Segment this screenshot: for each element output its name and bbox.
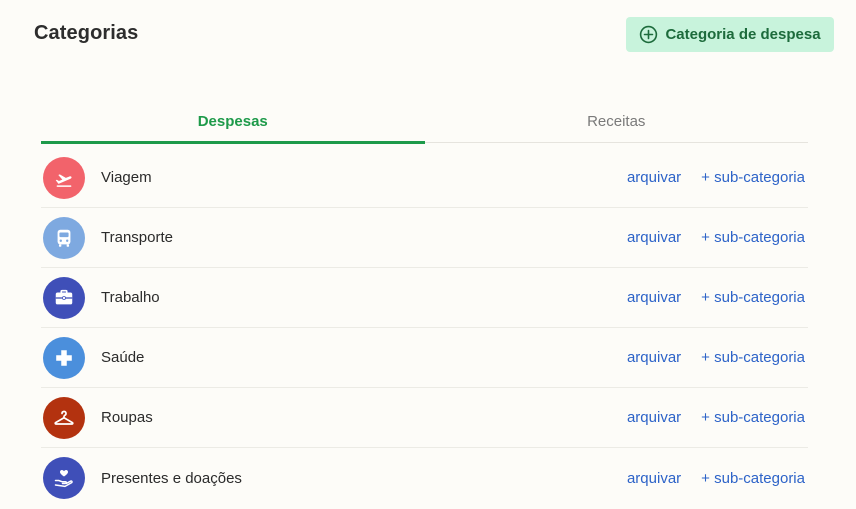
category-name: Transporte: [101, 229, 173, 246]
archive-link[interactable]: arquivar: [627, 289, 681, 306]
category-row: Roupas arquivar + sub-categoria: [41, 388, 808, 448]
hanger-icon: [43, 396, 85, 439]
add-subcategory-link[interactable]: + sub-categoria: [701, 470, 805, 487]
category-list: Viagem arquivar + sub-categoria Transpor…: [41, 148, 808, 508]
category-row: Saúde arquivar + sub-categoria: [41, 328, 808, 388]
category-row: Transporte arquivar + sub-categoria: [41, 208, 808, 268]
plus-circle-icon: [639, 25, 658, 44]
airplane-takeoff-icon: [43, 156, 85, 199]
add-subcategory-link[interactable]: + sub-categoria: [701, 349, 805, 366]
add-category-button[interactable]: Categoria de despesa: [626, 17, 834, 52]
archive-link[interactable]: arquivar: [627, 349, 681, 366]
tab-receitas[interactable]: Receitas: [425, 104, 809, 142]
category-name: Trabalho: [101, 289, 160, 306]
category-row: Viagem arquivar + sub-categoria: [41, 148, 808, 208]
category-name: Presentes e doações: [101, 469, 242, 487]
archive-link[interactable]: arquivar: [627, 169, 681, 186]
category-row: Presentes e doações arquivar + sub-categ…: [41, 448, 808, 508]
archive-link[interactable]: arquivar: [627, 409, 681, 426]
category-row: Trabalho arquivar + sub-categoria: [41, 268, 808, 328]
archive-link[interactable]: arquivar: [627, 229, 681, 246]
category-name: Viagem: [101, 169, 152, 186]
add-category-label: Categoria de despesa: [665, 26, 821, 43]
add-subcategory-link[interactable]: + sub-categoria: [701, 289, 805, 306]
archive-link[interactable]: arquivar: [627, 470, 681, 487]
add-subcategory-link[interactable]: + sub-categoria: [701, 229, 805, 246]
tab-despesas[interactable]: Despesas: [41, 104, 425, 144]
category-name: Saúde: [101, 349, 145, 366]
category-type-tabs: Despesas Receitas: [41, 104, 809, 144]
bus-icon: [43, 216, 85, 259]
briefcase-icon: [43, 276, 85, 319]
add-subcategory-link[interactable]: + sub-categoria: [701, 169, 805, 186]
page-title: Categorias: [34, 22, 139, 44]
health-cross-icon: [43, 336, 85, 379]
add-subcategory-link[interactable]: + sub-categoria: [701, 409, 805, 426]
category-name: Roupas: [101, 409, 153, 426]
hand-heart-icon: [43, 457, 85, 499]
